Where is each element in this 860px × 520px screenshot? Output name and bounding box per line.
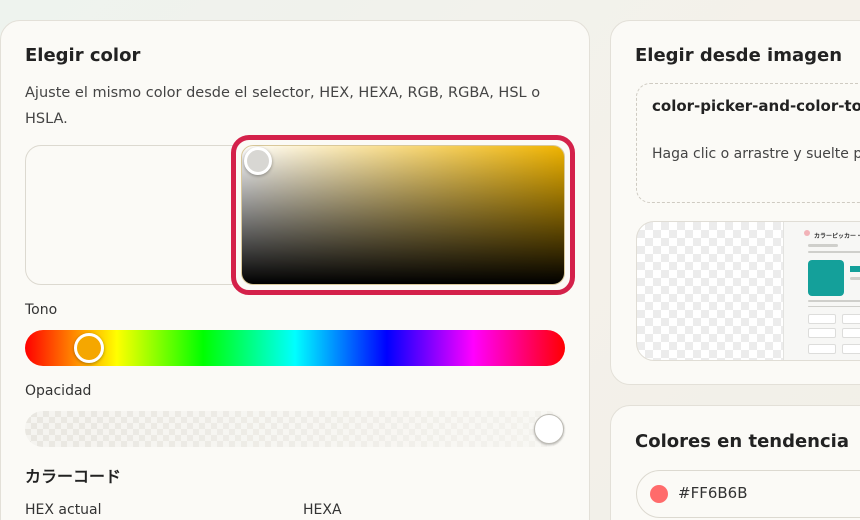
hue-slider[interactable]: [25, 330, 565, 366]
picker-title: Elegir color: [25, 45, 141, 66]
image-picker-title: Elegir desde imagen: [635, 45, 843, 66]
opacity-slider-handle[interactable]: [534, 414, 564, 444]
dropzone-file-name: color-picker-and-color-to: [652, 97, 860, 115]
hex-current-label: HEX actual: [25, 502, 102, 518]
thumbnail-line: [850, 277, 860, 280]
thumbnail-field: [808, 344, 836, 354]
hexa-label: HEXA: [303, 502, 342, 518]
thumbnail-line: [808, 300, 860, 302]
picker-description: Ajuste el mismo color desde el selector,…: [25, 85, 541, 127]
thumbnail-field: [808, 314, 836, 324]
thumbnail-swatch: [808, 260, 844, 296]
hue-label: Tono: [25, 302, 58, 318]
thumbnail-line: [808, 306, 860, 307]
thumbnail-field: [842, 328, 860, 338]
opacity-label: Opacidad: [25, 383, 92, 399]
thumbnail-field: [808, 328, 836, 338]
trending-title: Colores en tendencia: [635, 431, 849, 452]
hue-slider-handle[interactable]: [74, 333, 104, 363]
top-strip: [0, 0, 860, 14]
thumbnail-line: [808, 244, 838, 247]
thumbnail-screenshot: カラーピッカー・カラ: [783, 222, 860, 360]
thumbnail-swatch-small: [850, 266, 860, 272]
thumbnail-field: [842, 314, 860, 324]
trending-color-item[interactable]: [636, 470, 860, 518]
opacity-slider-overlay: [25, 411, 565, 447]
dropzone-hint: Haga clic o arrastre y suelte p: [652, 146, 860, 162]
trending-color-swatch: [650, 485, 668, 503]
thumbnail-title: カラーピッカー・カラ: [814, 233, 860, 240]
thumbnail-field: [842, 344, 860, 354]
thumbnail-logo-icon: [804, 230, 810, 236]
image-thumbnail[interactable]: カラーピッカー・カラ: [636, 221, 860, 361]
saturation-value-handle[interactable]: [244, 147, 272, 175]
saturation-value-area[interactable]: [241, 145, 565, 285]
thumbnail-line: [808, 251, 860, 253]
trending-color-hex: #FF6B6B: [678, 484, 748, 502]
color-code-heading: カラーコード: [25, 467, 122, 486]
